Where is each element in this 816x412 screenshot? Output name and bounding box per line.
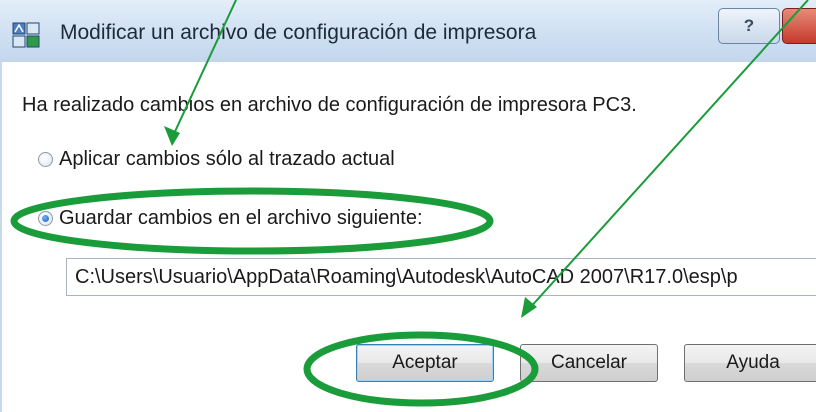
title-bar: Modificar un archivo de configuración de…: [0, 0, 816, 62]
file-path-field[interactable]: C:\Users\Usuario\AppData\Roaming\Autodes…: [66, 258, 816, 296]
option-apply-current-plot[interactable]: Aplicar cambios sólo al trazado actual: [38, 148, 395, 171]
help-icon: ?: [743, 16, 755, 35]
radio-apply-current[interactable]: [38, 152, 53, 167]
close-button[interactable]: [782, 8, 816, 44]
window-title: Modificar un archivo de configuración de…: [60, 21, 537, 44]
printer-config-icon: [12, 22, 40, 48]
cancel-button[interactable]: Cancelar: [520, 344, 658, 382]
titlebar-help-button[interactable]: ?: [718, 8, 780, 44]
help-button[interactable]: Ayuda: [684, 344, 816, 382]
option-save-label: Guardar cambios en el archivo siguiente:: [59, 207, 423, 229]
option-apply-label: Aplicar cambios sólo al trazado actual: [59, 148, 395, 170]
dialog-message: Ha realizado cambios en archivo de confi…: [22, 94, 637, 116]
dialog-content: Ha realizado cambios en archivo de confi…: [0, 62, 816, 412]
accept-button[interactable]: Aceptar: [356, 344, 494, 382]
radio-save-to-file[interactable]: [38, 211, 53, 226]
option-save-to-file[interactable]: Guardar cambios en el archivo siguiente:: [38, 207, 423, 230]
